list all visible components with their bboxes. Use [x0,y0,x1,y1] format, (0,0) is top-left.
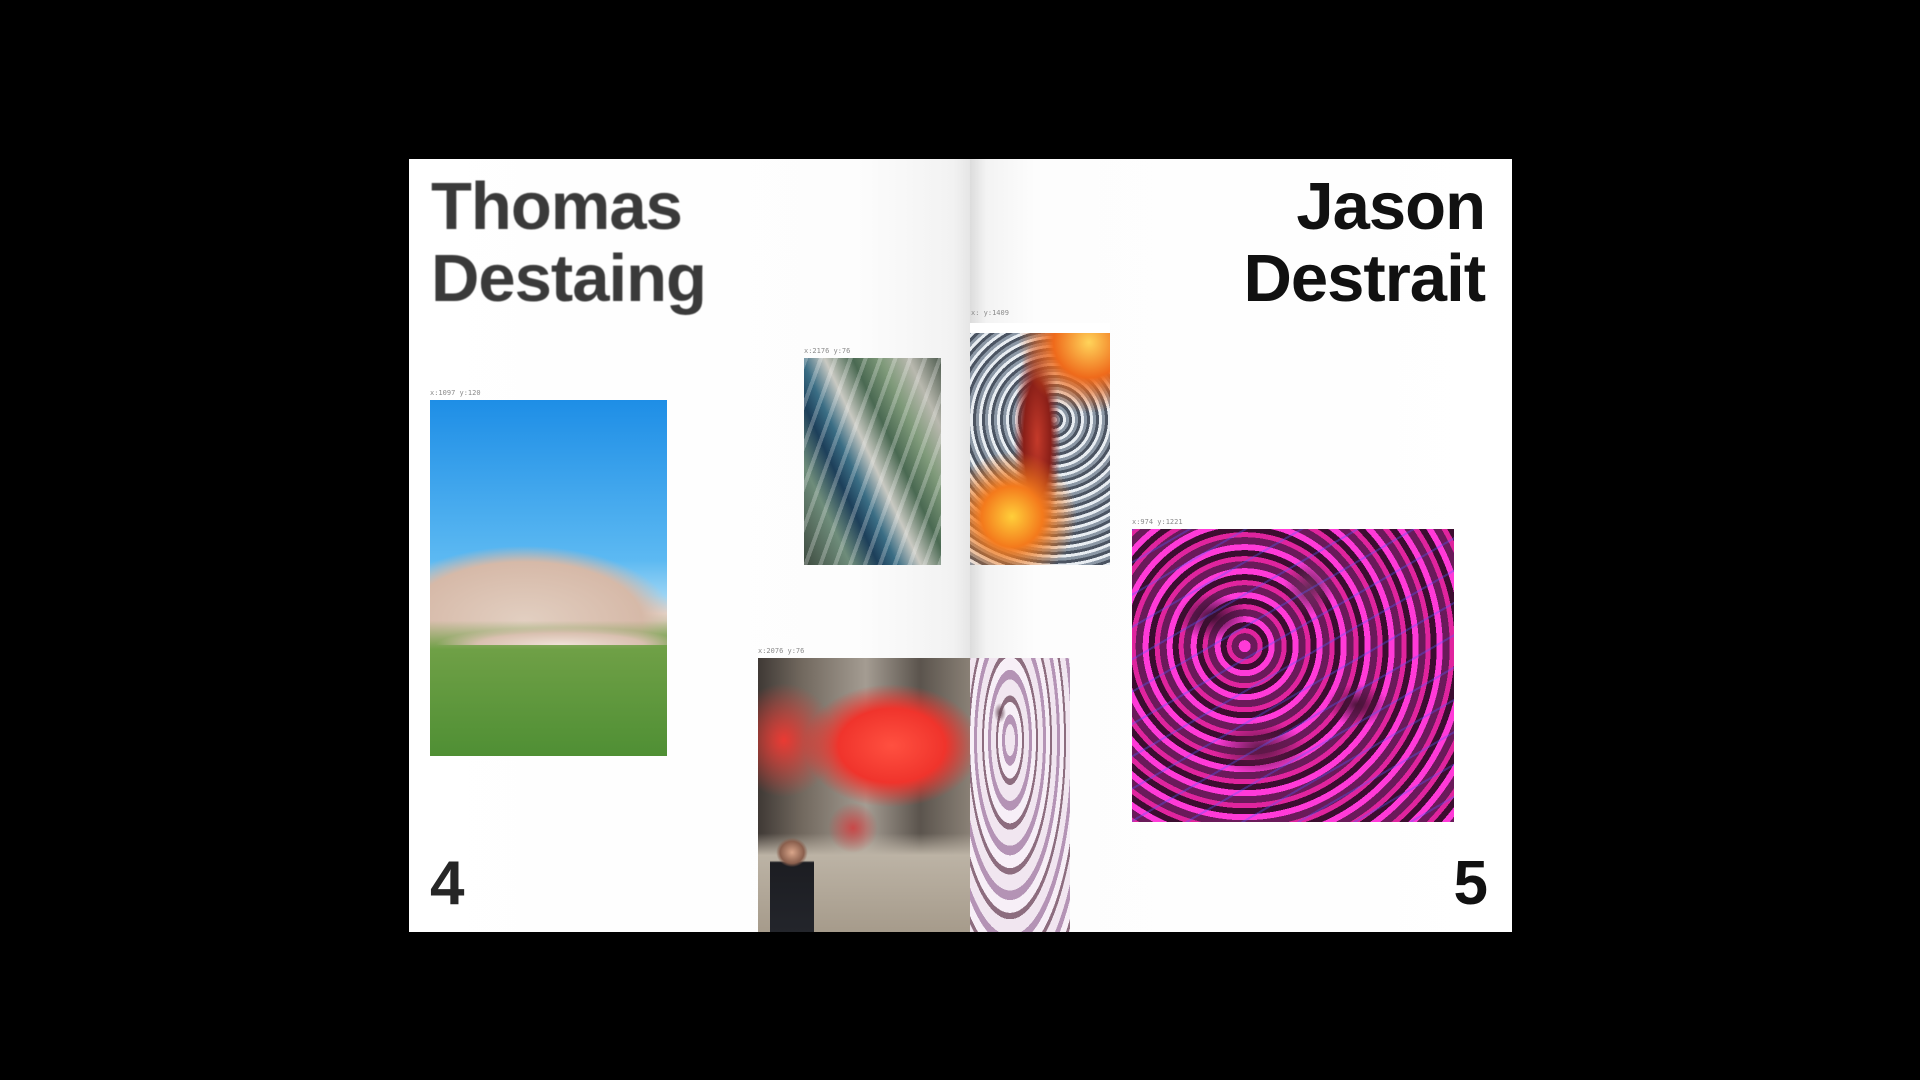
left-page: Thomas Destaing x:1097 y:120 x:2176 y:76… [409,159,974,932]
artwork-top-margin [970,323,1110,333]
artist-name-left: Thomas Destaing [431,169,707,316]
page-number-left: 4 [430,849,465,918]
artist-last-name: Destaing [431,241,707,316]
right-page: Jason Destrait x: y:1409 x:974 y:1221 5 [970,159,1512,932]
magenta-liquid-artwork [1132,529,1454,822]
image-coordinate-label: x:2076 y:76 [758,647,805,655]
aerial-city-photo [804,358,941,565]
magazine-spread: Thomas Destaing x:1097 y:120 x:2176 y:76… [409,159,1512,932]
landscape-photo [430,400,667,756]
artist-last-name: Destrait [1243,241,1486,316]
artist-first-name: Jason [1296,169,1486,244]
page-number-right: 5 [1453,849,1488,918]
artist-name-right: Jason Destrait [1243,169,1486,316]
textured-render-artwork [970,658,1070,932]
image-coordinate-label: x:974 y:1221 [1132,518,1183,526]
image-coordinate-label: x: y:1409 [971,309,1009,317]
image-coordinate-label: x:2176 y:76 [804,347,851,355]
fiery-chrome-artwork [970,323,1110,565]
artist-first-name: Thomas [431,169,683,244]
image-coordinate-label: x:1097 y:120 [430,389,481,397]
protest-flag-photo [758,658,974,932]
